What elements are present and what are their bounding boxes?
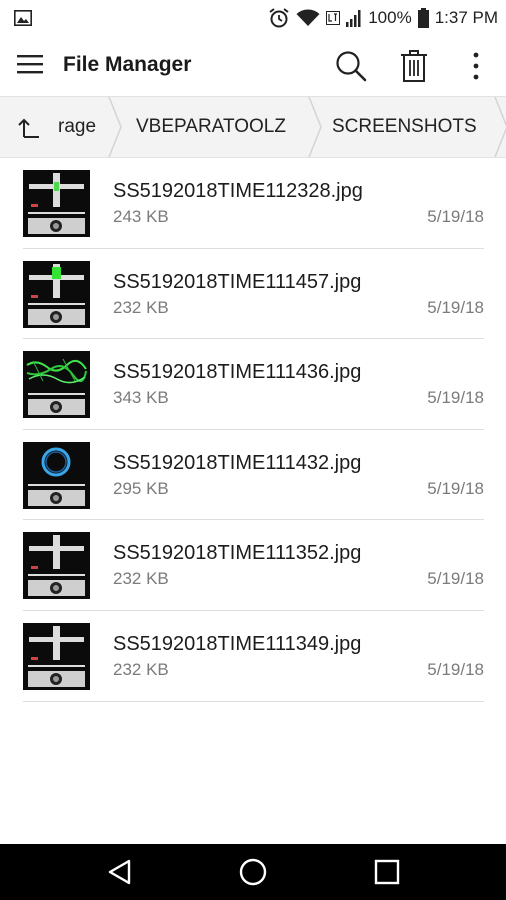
- navigation-bar: [0, 844, 506, 900]
- alarm-icon: [268, 7, 290, 29]
- breadcrumb: rage VBEPARATOOLZ SCREENSHOTS: [0, 96, 506, 158]
- battery-percent: 100%: [368, 8, 412, 27]
- list-item[interactable]: SS5192018TIME111457.jpg 232 KB 5/19/18: [0, 249, 506, 340]
- search-icon[interactable]: [333, 48, 369, 84]
- file-date: 5/19/18: [427, 659, 484, 679]
- file-date: 5/19/18: [427, 478, 484, 498]
- file-list: SS5192018TIME112328.jpg 243 KB 5/19/18 S…: [0, 158, 506, 702]
- file-thumbnail: [23, 622, 90, 690]
- file-name: SS5192018TIME111352.jpg: [113, 542, 362, 565]
- app-bar: File Manager: [0, 36, 506, 96]
- menu-icon[interactable]: [16, 52, 46, 80]
- file-thumbnail: [23, 532, 90, 600]
- breadcrumb-item-vbeparatoolz[interactable]: VBEPARATOOLZ: [136, 97, 286, 157]
- signal-icon: [346, 9, 362, 27]
- file-date: 5/19/18: [427, 297, 484, 317]
- more-vert-icon[interactable]: [458, 48, 494, 84]
- file-name: SS5192018TIME111432.jpg: [113, 451, 362, 474]
- status-bar: 100% 1:37 PM: [0, 0, 506, 36]
- file-name: SS5192018TIME111457.jpg: [113, 270, 362, 293]
- delete-icon[interactable]: [396, 48, 432, 84]
- file-date: 5/19/18: [427, 569, 484, 589]
- file-thumbnail: [23, 170, 90, 237]
- list-item[interactable]: SS5192018TIME111432.jpg 295 KB 5/19/18: [0, 430, 506, 521]
- file-thumbnail: [23, 441, 90, 509]
- file-size: 232 KB: [113, 297, 169, 317]
- file-name: SS5192018TIME112328.jpg: [113, 180, 363, 202]
- page-title: File Manager: [63, 53, 192, 76]
- file-size: 343 KB: [113, 388, 169, 408]
- lte-icon: [326, 11, 341, 25]
- home-icon[interactable]: [235, 854, 271, 890]
- list-item[interactable]: SS5192018TIME112328.jpg 243 KB 5/19/18: [0, 158, 506, 249]
- divider: [23, 700, 484, 702]
- list-item[interactable]: SS5192018TIME111436.jpg 343 KB 5/19/18: [0, 339, 506, 430]
- breadcrumb-item-storage[interactable]: rage: [58, 97, 96, 157]
- file-date: 5/19/18: [427, 207, 484, 226]
- breadcrumb-separator: [108, 97, 122, 157]
- clock: 1:37 PM: [434, 8, 498, 27]
- breadcrumb-separator: [308, 97, 322, 157]
- file-size: 232 KB: [113, 659, 169, 679]
- breadcrumb-item-screenshots[interactable]: SCREENSHOTS: [332, 97, 477, 157]
- back-icon[interactable]: [102, 854, 138, 890]
- up-arrow-icon[interactable]: [12, 111, 46, 145]
- file-size: 295 KB: [113, 478, 169, 498]
- file-size: 232 KB: [113, 569, 169, 589]
- file-thumbnail: [23, 351, 90, 419]
- gallery-notification-icon: [14, 10, 32, 31]
- file-name: SS5192018TIME111349.jpg: [113, 632, 362, 655]
- file-size: 243 KB: [113, 207, 169, 226]
- recents-icon[interactable]: [369, 854, 405, 890]
- file-date: 5/19/18: [427, 388, 484, 408]
- wifi-icon: [296, 9, 320, 27]
- list-item[interactable]: SS5192018TIME111352.jpg 232 KB 5/19/18: [0, 520, 506, 611]
- list-item[interactable]: SS5192018TIME111349.jpg 232 KB 5/19/18: [0, 611, 506, 702]
- file-name: SS5192018TIME111436.jpg: [113, 361, 362, 384]
- breadcrumb-separator: [494, 97, 506, 157]
- file-thumbnail: [23, 260, 90, 328]
- battery-icon: [417, 8, 429, 28]
